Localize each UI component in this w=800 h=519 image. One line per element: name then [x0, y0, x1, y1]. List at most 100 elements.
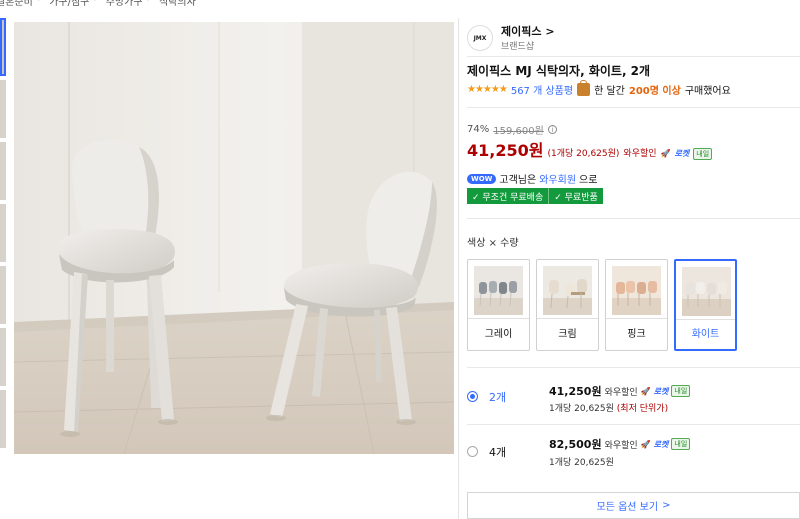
view-all-options-label: 모든 옵션 보기 [596, 502, 659, 513]
buyers-prefix: 한 달간 [594, 86, 625, 97]
swatch-image [612, 266, 661, 315]
rocket-badge: 로켓 [674, 149, 690, 158]
brand-name-link[interactable]: 제이픽스 > [501, 23, 555, 39]
wow-sale-label: 와우할인 [604, 387, 638, 398]
cream-chairs-thumbnail [543, 266, 592, 315]
white-chairs-thumbnail [682, 267, 731, 316]
wow-badge: WOW [467, 173, 497, 184]
quantity-price: 82,500원 [549, 438, 602, 451]
thumbnail[interactable] [0, 142, 6, 200]
rocket-icon: 🚀 [660, 149, 671, 158]
color-option-white[interactable]: 화이트 [674, 259, 737, 351]
delivery-tomorrow-badge: 내일 [671, 385, 691, 397]
wow-member-link[interactable]: 와우회원 [539, 171, 576, 186]
breadcrumb: 결혼준비 > 가구/침구 > 주방가구 > 식탁의자 [0, 0, 196, 9]
radio-button[interactable] [467, 446, 478, 457]
thumbnail[interactable] [0, 80, 6, 138]
rocket-icon: 🚀 [640, 386, 651, 396]
quantity-price: 41,250원 [549, 385, 602, 398]
breadcrumb-separator: > [93, 0, 101, 9]
quantity-option-4[interactable]: 4개 82,500원 와우할인 🚀 로켓 내일 1개당 20,625원 [467, 434, 800, 478]
buyers-suffix: 구매했어요 [684, 86, 731, 97]
quantity-label: 2개 [489, 391, 507, 404]
thumbnail[interactable] [0, 390, 6, 448]
brand-name: 제이픽스 [501, 25, 542, 38]
quantity-label: 4개 [489, 446, 507, 459]
rocket-badge: 로켓 [653, 386, 669, 396]
discount-rate: 74% [467, 124, 490, 135]
shopping-bag-icon [577, 80, 591, 96]
divider [467, 56, 800, 57]
wow-text-suffix: 으로 [579, 175, 598, 186]
buyers-count: 200명 이상 [628, 86, 681, 97]
rocket-badge: 로켓 [653, 439, 669, 449]
divider [467, 424, 800, 425]
breadcrumb-item[interactable]: 결혼준비 [0, 0, 33, 9]
free-shipping-badge: ✓ 무조건 무료배송 [467, 188, 549, 204]
product-info-panel: JMX 제이픽스 > 브랜드샵 제이픽스 MJ 식탁의자, 화이트, 2개 ★★… [458, 0, 800, 519]
color-option-cream[interactable]: 크림 [536, 259, 599, 351]
breadcrumb-item[interactable]: 주방가구 [106, 0, 143, 9]
swatch-image [682, 267, 731, 316]
unit-price: (1개당 20,625원) [547, 149, 620, 159]
review-count-link[interactable]: 567 개 상품평 [511, 82, 573, 97]
divider [467, 218, 800, 219]
divider [467, 367, 800, 368]
breadcrumb-item[interactable]: 식탁의자 [159, 0, 196, 9]
main-product-image [14, 22, 454, 454]
thumbnail-strip [0, 18, 6, 448]
divider [606, 318, 667, 319]
chevron-right-icon: > [545, 25, 555, 38]
quantity-unit-price: 1개당 20,625원 [549, 458, 614, 468]
divider [458, 18, 459, 519]
color-option-label: 핑크 [627, 329, 646, 340]
swatch-image [474, 266, 523, 315]
view-all-options-button[interactable]: 모든 옵션 보기 > [467, 492, 800, 519]
quantity-price-line: 41,250원 와우할인 🚀 로켓 내일 [549, 383, 691, 399]
breadcrumb-item[interactable]: 가구/침구 [49, 0, 89, 9]
divider [467, 107, 800, 108]
star-rating: ★★★★★ [467, 84, 508, 95]
color-option-label: 그레이 [484, 329, 513, 340]
color-option-pink[interactable]: 핑크 [605, 259, 668, 351]
wow-text-prefix: 고객님은 [499, 175, 537, 186]
thumbnail[interactable] [0, 18, 6, 76]
pink-chairs-thumbnail [612, 266, 661, 315]
brand-logo[interactable]: JMX [467, 25, 493, 51]
rocket-icon: 🚀 [640, 439, 651, 449]
quantity-price-line: 82,500원 와우할인 🚀 로켓 내일 [549, 436, 691, 452]
delivery-tomorrow-badge: 내일 [693, 148, 713, 160]
brand-shop-label[interactable]: 브랜드샵 [501, 39, 534, 52]
breadcrumb-separator: > [147, 0, 155, 9]
divider [468, 318, 529, 319]
color-option-gray[interactable]: 그레이 [467, 259, 530, 351]
gray-chairs-thumbnail [474, 266, 523, 315]
option-title: 색상 × 수량 [467, 238, 519, 249]
original-price: 159,600원 [493, 126, 544, 137]
discount-row: 74% 159,600원 i [467, 122, 557, 137]
free-return-badge: ✓ 무료반품 [548, 188, 603, 204]
quantity-unit-price: 1개당 20,625원 (최저 단위가) [549, 404, 669, 414]
price-row: 41,250원 (1개당 20,625원) 와우할인 🚀 로켓 내일 [467, 137, 713, 161]
info-icon[interactable]: i [547, 125, 557, 134]
chairs-photo [14, 22, 454, 454]
thumbnail[interactable] [0, 266, 6, 324]
rating-row: ★★★★★ 567 개 상품평 한 달간 200명 이상 구매했어요 [467, 80, 731, 97]
brand-logo-text: JMX [473, 34, 487, 42]
color-option-label: 화이트 [691, 329, 720, 340]
swatch-image [543, 266, 592, 315]
wow-sale-label: 와우할인 [623, 149, 657, 159]
chevron-right-icon: > [662, 500, 671, 511]
product-title: 제이픽스 MJ 식탁의자, 화이트, 2개 [467, 64, 651, 78]
radio-button[interactable] [467, 391, 478, 402]
lowest-unit-label: (최저 단위가) [616, 404, 669, 414]
thumbnail[interactable] [0, 328, 6, 386]
wow-member-row: WOW 고객님은 와우회원 으로 [467, 171, 597, 186]
sale-price: 41,250원 [467, 141, 544, 160]
quantity-option-2[interactable]: 2개 41,250원 와우할인 🚀 로켓 내일 1개당 20,625원 (최저 … [467, 379, 800, 423]
thumbnail[interactable] [0, 204, 6, 262]
color-option-label: 크림 [558, 329, 577, 340]
divider [676, 319, 735, 320]
breadcrumb-separator: > [37, 0, 45, 9]
benefit-badges: ✓ 무조건 무료배송 ✓ 무료반품 [467, 188, 603, 204]
